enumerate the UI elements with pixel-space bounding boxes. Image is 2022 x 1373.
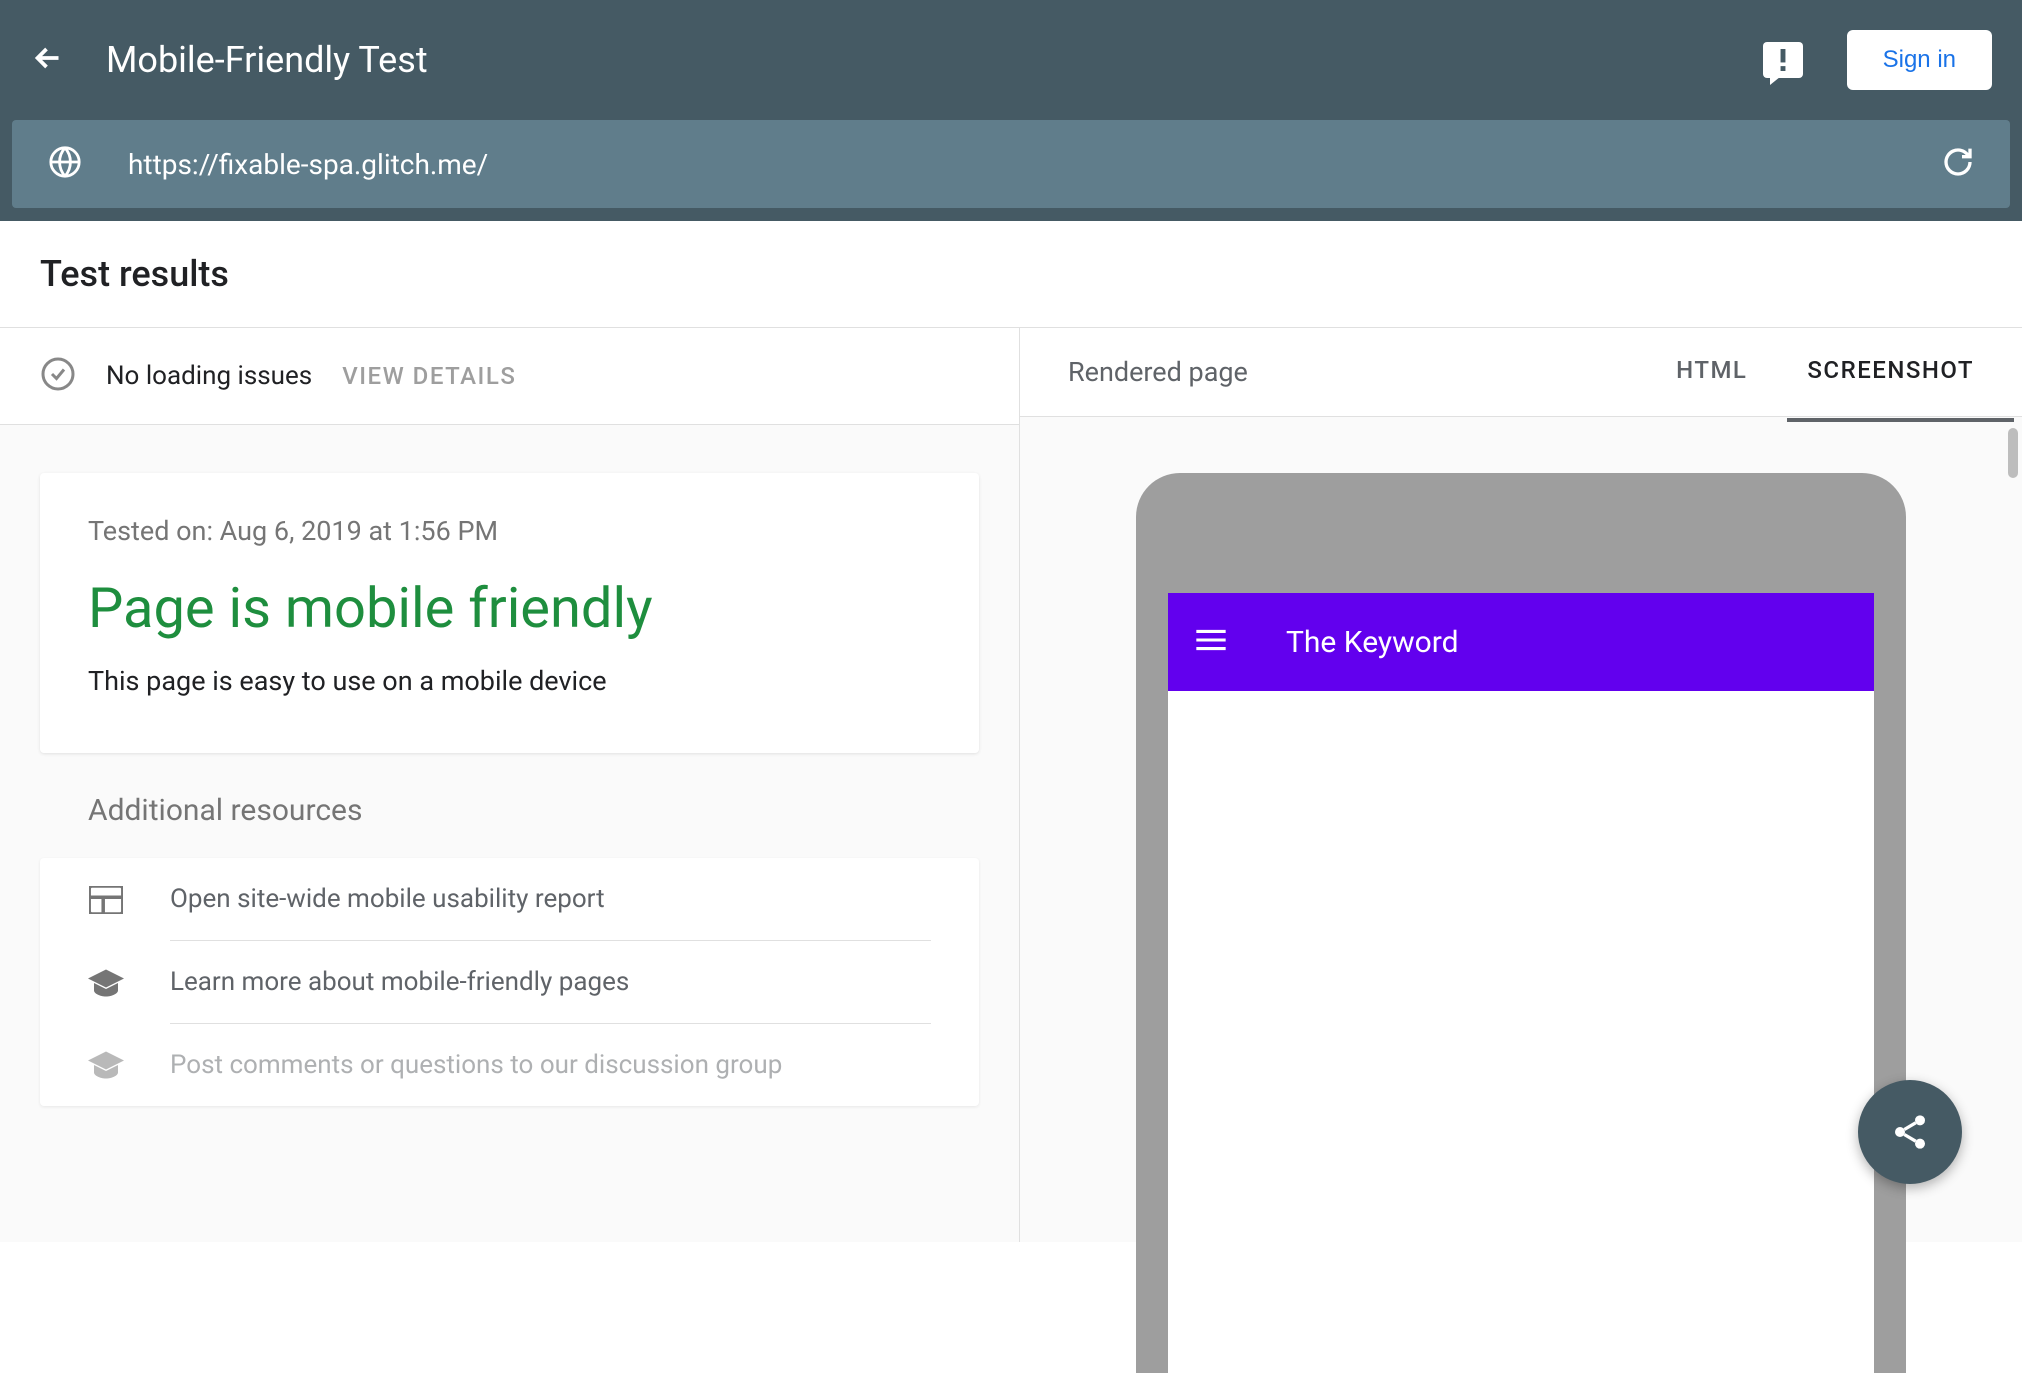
resource-row-learn[interactable]: Learn more about mobile-friendly pages [40,941,979,1024]
checkmark-icon [40,356,76,396]
loading-status-text: No loading issues [106,361,312,391]
resource-row-report[interactable]: Open site-wide mobile usability report [40,858,979,941]
resource-label: Open site-wide mobile usability report [170,884,931,914]
url-bar-wrapper: https://fixable-spa.glitch.me/ [0,120,2022,221]
resource-label: Post comments or questions to our discus… [170,1050,931,1080]
view-details-button[interactable]: VIEW DETAILS [342,362,516,390]
results-title: Test results [40,253,1982,295]
url-text: https://fixable-spa.glitch.me/ [128,148,1942,181]
url-bar[interactable]: https://fixable-spa.glitch.me/ [12,120,2010,208]
tested-on-text: Tested on: Aug 6, 2019 at 1:56 PM [88,515,931,547]
resources-card: Open site-wide mobile usability report L… [40,858,979,1106]
app-header: Mobile-Friendly Test Sign in [0,0,2022,120]
rendered-page-label: Rendered page [1068,356,1616,388]
webpage-icon [88,886,124,914]
signin-button[interactable]: Sign in [1847,30,1992,90]
phone-screen: The Keyword [1168,593,1874,1373]
phone-frame: The Keyword [1136,473,1906,1373]
loading-status-bar: No loading issues VIEW DETAILS [0,328,1019,425]
share-button[interactable] [1858,1080,1962,1184]
phone-app-title: The Keyword [1286,625,1459,660]
app-title: Mobile-Friendly Test [106,39,1763,81]
scrollbar[interactable] [2008,428,2018,478]
hamburger-icon [1196,629,1226,655]
right-tabs-bar: Rendered page HTML SCREENSHOT [1020,328,2022,417]
globe-icon [48,145,82,183]
resource-row-discuss[interactable]: Post comments or questions to our discus… [40,1024,979,1106]
additional-resources-title: Additional resources [88,793,1019,828]
results-header: Test results [0,221,2022,328]
tab-screenshot[interactable]: SCREENSHOT [1807,356,1974,388]
graduation-cap-icon [88,969,124,997]
resource-label: Learn more about mobile-friendly pages [170,967,931,997]
verdict-heading: Page is mobile friendly [88,575,931,641]
tab-html[interactable]: HTML [1676,356,1747,388]
feedback-icon[interactable] [1763,42,1803,78]
verdict-subtext: This page is easy to use on a mobile dev… [88,665,931,697]
phone-appbar: The Keyword [1168,593,1874,691]
graduation-cap-icon [88,1051,124,1079]
left-column: No loading issues VIEW DETAILS Tested on… [0,328,1020,1242]
back-arrow-icon[interactable] [30,40,66,80]
result-card: Tested on: Aug 6, 2019 at 1:56 PM Page i… [40,473,979,753]
main-area: No loading issues VIEW DETAILS Tested on… [0,328,2022,1242]
reload-icon[interactable] [1942,146,1974,182]
